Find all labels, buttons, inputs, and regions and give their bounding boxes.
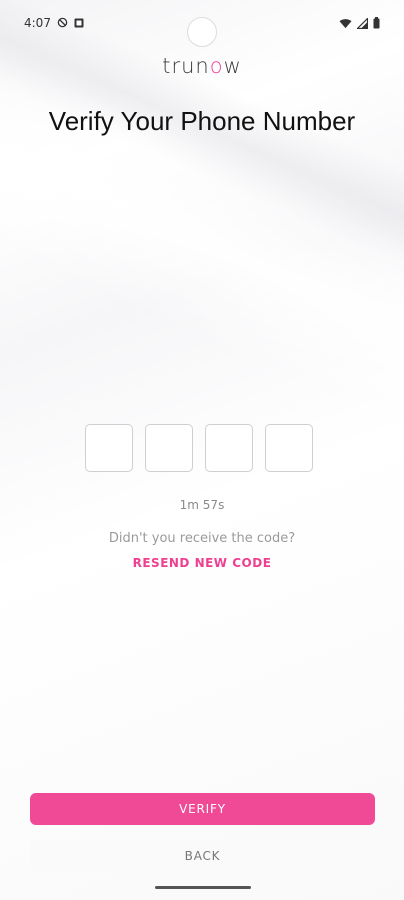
home-indicator[interactable] [155, 886, 251, 889]
verify-button[interactable]: VERIFY [30, 793, 375, 825]
wifi-icon [339, 18, 352, 29]
otp-digit-2[interactable] [145, 424, 193, 472]
battery-icon [373, 17, 380, 29]
trunow-logo: trunow [0, 54, 404, 78]
verify-phone-screen: 4:07 trunow Verify Your Phone Number 1m … [0, 0, 404, 900]
back-button[interactable]: BACK [30, 840, 375, 872]
do-not-disturb-icon [57, 17, 68, 28]
countdown-timer: 1m 57s [179, 498, 225, 512]
resend-code-link[interactable]: RESEND NEW CODE [0, 556, 404, 570]
otp-input-group [85, 424, 313, 472]
page-title: Verify Your Phone Number [48, 106, 356, 136]
resend-prompt: Didn't you receive the code? [108, 531, 296, 546]
location-pin-icon: o [209, 54, 224, 78]
logo-text: trun [162, 54, 210, 78]
notification-icon [74, 18, 84, 28]
otp-digit-1[interactable] [85, 424, 133, 472]
status-time: 4:07 [24, 15, 51, 30]
status-bar: 4:07 [0, 0, 404, 47]
otp-digit-4[interactable] [265, 424, 313, 472]
signal-icon [357, 17, 368, 29]
logo-text: w [223, 54, 242, 78]
camera-cutout [187, 17, 217, 47]
otp-digit-3[interactable] [205, 424, 253, 472]
